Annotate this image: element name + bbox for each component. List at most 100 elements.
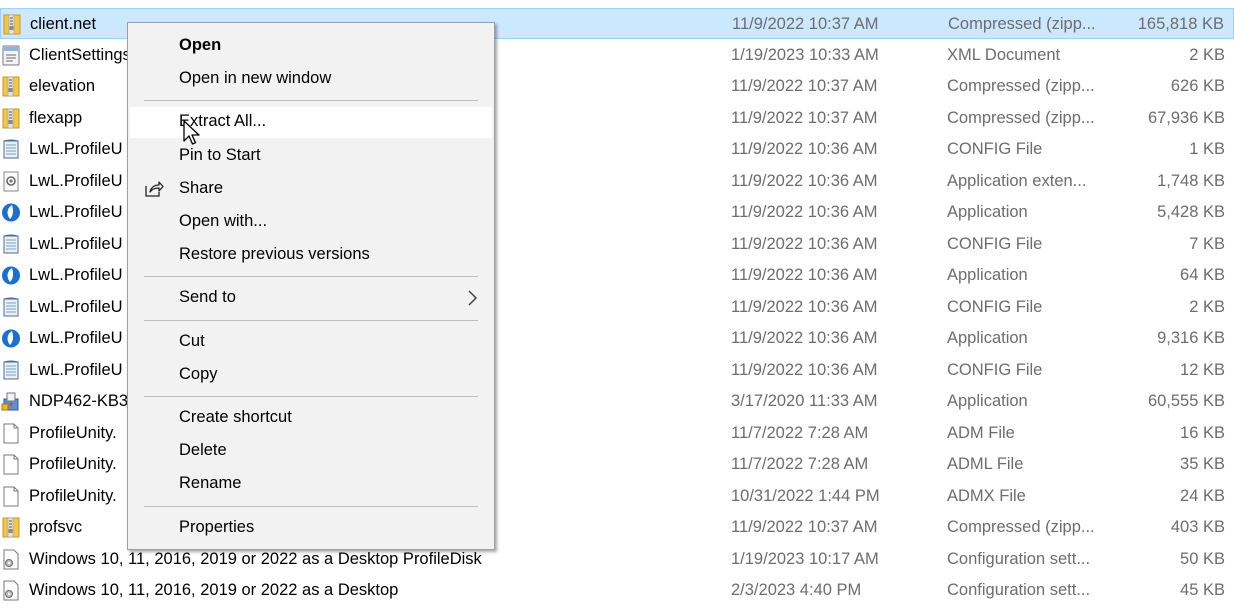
context-menu: Open Open in new window Extract All... Pin … <box>127 22 495 550</box>
file-name: client.net <box>30 15 97 33</box>
menu-item-open-with[interactable]: Open with... <box>130 207 492 238</box>
file-date-modified: 1/19/2023 10:33 AM <box>731 45 879 64</box>
file-name: Windows 10, 11, 2016, 2019 or 2022 as a … <box>29 581 399 599</box>
menu-item-rename[interactable]: Rename <box>130 469 492 500</box>
file-name: flexapp <box>29 108 83 127</box>
file-type: CONFIG File <box>947 297 1043 316</box>
file-row[interactable]: Windows 10, 11, 2016, 2019 or 2022 as a … <box>0 575 1234 606</box>
file-name: NDP462-KB3 <box>29 392 129 410</box>
file-type: ADML File <box>947 455 1024 473</box>
file-type: XML Document <box>947 45 1061 64</box>
blank-file-icon <box>1 486 21 507</box>
file-size: 64 KB <box>1180 266 1225 284</box>
file-date-modified: 11/9/2022 10:36 AM <box>731 297 878 316</box>
file-type: Compressed (zipp... <box>947 108 1095 127</box>
file-size: 165,818 KB <box>1137 15 1224 33</box>
file-name: elevation <box>29 77 96 95</box>
file-name: LwL.ProfileU <box>29 360 123 379</box>
file-size: 1,748 KB <box>1157 171 1225 190</box>
zip-folder-icon <box>1 108 21 129</box>
menu-item-label: Restore previous versions <box>179 245 370 264</box>
file-size: 403 KB <box>1170 518 1225 536</box>
file-size: 9,316 KB <box>1157 329 1225 347</box>
share-icon <box>144 180 164 198</box>
installer-icon <box>1 391 21 412</box>
file-type: Application <box>947 203 1028 221</box>
file-date-modified: 11/9/2022 10:37 AM <box>732 15 879 33</box>
menu-item-label: Pin to Start <box>179 145 261 164</box>
zip-folder-icon <box>2 14 22 35</box>
file-name: Windows 10, 11, 2016, 2019 or 2022 as a … <box>29 549 482 568</box>
menu-item-restore-previous-versions[interactable]: Restore previous versions <box>130 240 492 271</box>
settings-file-icon <box>1 549 21 570</box>
file-size: 45 KB <box>1180 581 1225 599</box>
xml-document-icon <box>1 45 21 66</box>
menu-item-label: Open <box>179 36 222 54</box>
file-size: 16 KB <box>1180 423 1225 442</box>
menu-separator <box>144 319 478 321</box>
file-size: 24 KB <box>1180 486 1225 505</box>
menu-separator <box>144 100 478 102</box>
file-name: LwL.ProfileU <box>29 234 123 253</box>
application-icon <box>1 265 21 286</box>
file-type: Configuration sett... <box>947 581 1091 599</box>
file-type: Compressed (zipp... <box>947 77 1095 95</box>
menu-item-properties[interactable]: Properties <box>130 513 492 544</box>
menu-item-send-to[interactable]: Send to <box>130 283 492 314</box>
mouse-cursor-icon <box>183 120 200 145</box>
menu-item-label: Open with... <box>179 212 268 230</box>
file-name: LwL.ProfileU <box>29 203 123 221</box>
config-file-icon <box>1 234 21 255</box>
menu-item-label: Cut <box>179 331 205 350</box>
menu-item-share[interactable]: Share <box>130 174 492 205</box>
file-type: Application exten... <box>947 171 1087 190</box>
file-type: CONFIG File <box>947 234 1043 253</box>
dll-file-icon <box>1 171 21 192</box>
file-size: 2 KB <box>1189 45 1225 64</box>
menu-item-label: Rename <box>179 474 242 493</box>
file-type: ADMX File <box>947 486 1026 505</box>
file-date-modified: 1/19/2023 10:17 AM <box>731 549 879 568</box>
menu-item-delete[interactable]: Delete <box>130 436 492 467</box>
file-name: LwL.ProfileU <box>29 266 123 284</box>
menu-item-open-in-new-window[interactable]: Open in new window <box>130 64 492 95</box>
file-size: 5,428 KB <box>1157 203 1225 221</box>
file-type: Application <box>947 392 1028 410</box>
file-date-modified: 11/9/2022 10:36 AM <box>731 171 878 190</box>
file-size: 12 KB <box>1180 360 1225 379</box>
file-name: ClientSettings <box>29 45 131 64</box>
menu-item-label: Send to <box>179 288 236 307</box>
file-date-modified: 11/9/2022 10:36 AM <box>731 203 878 221</box>
file-type: CONFIG File <box>947 140 1043 158</box>
menu-item-cut[interactable]: Cut <box>130 327 492 358</box>
settings-file-icon <box>1 580 21 601</box>
file-date-modified: 11/9/2022 10:36 AM <box>731 234 878 253</box>
menu-item-copy[interactable]: Copy <box>130 360 492 391</box>
menu-item-label: Copy <box>179 364 218 383</box>
file-name: ProfileUnity. <box>29 423 117 442</box>
menu-separator <box>144 396 478 397</box>
file-size: 60,555 KB <box>1147 392 1225 410</box>
file-type: Application <box>947 266 1028 284</box>
chevron-right-icon <box>466 289 478 307</box>
menu-item-label: Create shortcut <box>179 408 292 426</box>
config-file-icon <box>1 297 21 318</box>
file-date-modified: 11/9/2022 10:37 AM <box>731 518 878 536</box>
file-type: CONFIG File <box>947 360 1043 379</box>
menu-item-create-shortcut[interactable]: Create shortcut <box>130 403 492 434</box>
menu-separator <box>144 276 478 278</box>
file-size: 35 KB <box>1180 455 1225 473</box>
file-date-modified: 11/7/2022 7:28 AM <box>731 423 869 442</box>
menu-item-open[interactable]: Open <box>130 31 492 62</box>
config-file-icon <box>1 360 21 381</box>
file-size: 2 KB <box>1189 297 1225 316</box>
file-size: 7 KB <box>1189 234 1225 253</box>
zip-folder-icon <box>1 517 21 538</box>
file-type: Compressed (zipp... <box>947 518 1095 536</box>
file-name: LwL.ProfileU <box>29 329 123 347</box>
file-size: 50 KB <box>1180 549 1225 568</box>
file-name: LwL.ProfileU <box>29 297 123 316</box>
file-name: LwL.ProfileU <box>29 140 123 158</box>
zip-folder-icon <box>1 76 21 97</box>
file-date-modified: 10/31/2022 1:44 PM <box>731 486 880 505</box>
